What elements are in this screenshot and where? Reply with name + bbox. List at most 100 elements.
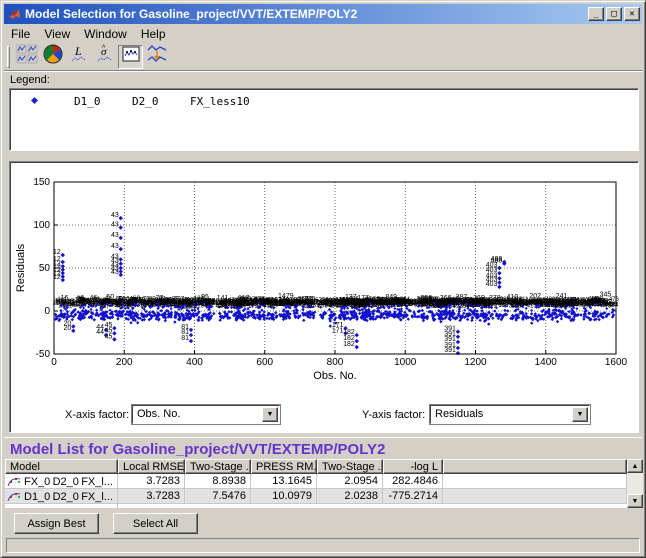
- svg-text:117: 117: [238, 295, 249, 302]
- maximize-button[interactable]: □: [606, 7, 622, 21]
- svg-text:1000: 1000: [394, 357, 417, 368]
- svg-text:800: 800: [327, 357, 344, 368]
- svg-text:241: 241: [556, 293, 568, 300]
- table-row[interactable]: D1_0D2_0FX_l...3.72837.547610.09792.0238…: [5, 489, 643, 504]
- model-name: D2_0: [53, 491, 82, 503]
- column-header-4[interactable]: Two-Stage ...: [317, 459, 383, 474]
- svg-text:152: 152: [216, 303, 227, 309]
- matlab-icon: [6, 6, 22, 22]
- value-cell: 7.5476: [185, 489, 251, 504]
- svg-text:453: 453: [573, 300, 584, 306]
- title-bar[interactable]: Model Selection for Gasoline_project/VVT…: [4, 4, 642, 24]
- residuals-view-button[interactable]: [144, 45, 169, 69]
- menu-window[interactable]: Window: [77, 25, 134, 43]
- model-name: FX_l...: [81, 491, 113, 503]
- model-name: FX_0: [24, 476, 53, 488]
- svg-text:200: 200: [116, 357, 133, 368]
- menu-help[interactable]: Help: [134, 25, 173, 43]
- model-name: D1_0: [24, 491, 53, 503]
- model-table-header: ModelLocal RMSETwo-Stage ...PRESS RM...T…: [5, 459, 643, 474]
- close-button[interactable]: ✕: [624, 7, 640, 21]
- svg-text:Residuals: Residuals: [15, 243, 27, 292]
- svg-text:366: 366: [440, 295, 452, 302]
- x-axis-factor-select[interactable]: Obs. No. ▼: [132, 405, 280, 424]
- model-name: D2_0: [53, 476, 82, 488]
- model-selection-window: Model Selection for Gasoline_project/VVT…: [0, 0, 646, 558]
- svg-text:43: 43: [111, 222, 119, 229]
- y-axis-factor-value: Residuals: [435, 408, 483, 420]
- svg-text:99: 99: [168, 299, 175, 305]
- menu-file[interactable]: File: [4, 25, 37, 43]
- x-axis-factor-value: Obs. No.: [137, 408, 180, 420]
- column-header-model[interactable]: Model: [5, 459, 118, 474]
- y-axis-factor-select[interactable]: Residuals ▼: [430, 405, 590, 424]
- model-icon: [7, 505, 24, 508]
- svg-text:50: 50: [39, 263, 51, 274]
- svg-text:202: 202: [529, 293, 541, 300]
- svg-text:46: 46: [89, 295, 97, 302]
- svg-text:378: 378: [489, 295, 501, 302]
- model-table-scrollbar[interactable]: ▲ ▼: [627, 459, 643, 508]
- svg-text:1200: 1200: [464, 357, 487, 368]
- svg-text:400: 400: [186, 357, 203, 368]
- y-axis-factor-dropdown-icon[interactable]: ▼: [572, 407, 588, 422]
- 3d-multi-view-icon: [43, 44, 63, 69]
- assign-best-button[interactable]: Assign Best: [14, 513, 99, 534]
- model-icon: [7, 475, 24, 488]
- svg-text:488: 488: [491, 256, 503, 263]
- x-axis-factor-dropdown-icon[interactable]: ▼: [262, 407, 278, 422]
- residuals-scatter-plot[interactable]: 1026125427429441153222662664721243576935…: [14, 168, 630, 382]
- svg-text:50: 50: [106, 294, 114, 301]
- model-cell: FX_0D2_0FX_l...: [5, 474, 118, 489]
- svg-text:431: 431: [554, 301, 565, 307]
- 3d-multi-view-button[interactable]: [40, 45, 65, 69]
- svg-text:0: 0: [51, 357, 57, 368]
- select-all-button[interactable]: Select All: [113, 513, 198, 534]
- svg-text:244: 244: [324, 301, 335, 307]
- rmse-view-icon: σ^: [95, 44, 115, 69]
- svg-text:1400: 1400: [535, 357, 558, 368]
- svg-text:45: 45: [105, 333, 113, 340]
- table-row[interactable]: FX_0D2_0FX_l...3.72838.893813.16452.0954…: [5, 474, 643, 489]
- legend-label: Legend:: [10, 74, 50, 86]
- value-cell: 2.0954: [317, 474, 383, 489]
- svg-text:43: 43: [111, 232, 119, 239]
- svg-text:171: 171: [332, 327, 344, 334]
- svg-text:407: 407: [518, 301, 529, 307]
- svg-text:410: 410: [507, 294, 519, 301]
- svg-text:25: 25: [76, 296, 84, 303]
- toolbar-grip[interactable]: [7, 46, 10, 68]
- svg-text:100: 100: [33, 220, 50, 231]
- menu-view[interactable]: View: [37, 25, 77, 43]
- scroll-up-icon[interactable]: ▲: [627, 459, 643, 473]
- svg-text:54: 54: [118, 296, 125, 302]
- factor-controls: X-axis factor: Obs. No. ▼ Y-axis factor:…: [10, 405, 638, 425]
- svg-text:43: 43: [111, 243, 119, 250]
- rmse-view-button[interactable]: σ^: [92, 45, 117, 69]
- column-header-5[interactable]: -log L: [383, 459, 443, 474]
- model-list-title: Model List for Gasoline_project/VVT/EXTE…: [4, 437, 642, 459]
- column-header-filler: [443, 459, 627, 474]
- column-header-2[interactable]: Two-Stage ...: [185, 459, 251, 474]
- value-cell: 10.0979: [251, 489, 317, 504]
- scroll-down-icon[interactable]: ▼: [627, 494, 643, 508]
- x-axis-factor-label: X-axis factor:: [65, 409, 129, 421]
- svg-text:345: 345: [600, 291, 612, 298]
- column-header-3[interactable]: PRESS RM...: [251, 459, 317, 474]
- multi-plot-view-button[interactable]: [14, 45, 39, 69]
- legend-box: D1_0D2_0FX_less10: [9, 88, 639, 151]
- svg-text:80: 80: [140, 301, 147, 307]
- tests-view-button[interactable]: [118, 45, 143, 69]
- model-cell: D1_0D2_0FX_l...: [5, 489, 118, 504]
- column-header-1[interactable]: Local RMSE: [118, 459, 185, 474]
- log-likelihood-view-button[interactable]: L: [66, 45, 91, 69]
- svg-text:77: 77: [155, 295, 163, 302]
- svg-text:43: 43: [111, 253, 119, 260]
- value-cell: 8.8938: [185, 474, 251, 489]
- y-axis-factor-label: Y-axis factor:: [362, 409, 425, 421]
- svg-text:600: 600: [256, 357, 273, 368]
- table-row-partial[interactable]: [5, 504, 643, 508]
- svg-text:-50: -50: [36, 349, 51, 360]
- svg-text:425: 425: [545, 303, 556, 309]
- minimize-button[interactable]: _: [588, 7, 604, 21]
